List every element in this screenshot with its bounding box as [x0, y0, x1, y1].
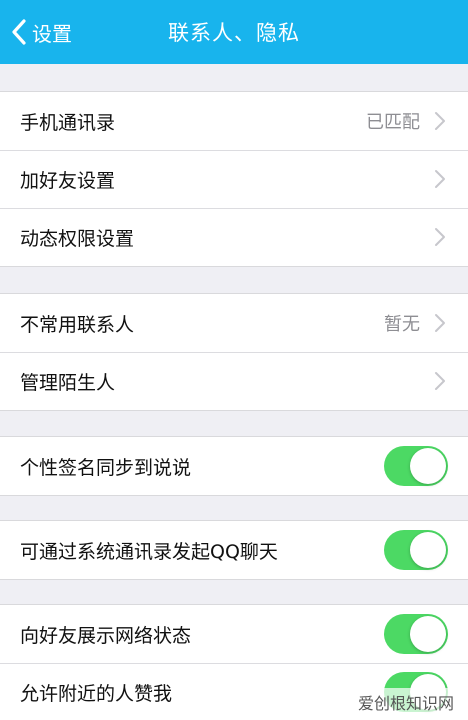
settings-group-contacts: 手机通讯录 已匹配 加好友设置 动态权限设置: [0, 91, 468, 267]
chevron-right-icon: [435, 228, 445, 246]
chevron-left-icon: [12, 19, 26, 45]
navigation-bar: 设置 联系人、隐私: [0, 0, 468, 64]
add-friend-settings-row[interactable]: 加好友设置: [0, 150, 468, 208]
settings-group-signature: 个性签名同步到说说: [0, 436, 468, 496]
row-value: 暂无: [384, 314, 420, 335]
system-contacts-chat-toggle[interactable]: [384, 530, 448, 570]
show-network-status-toggle[interactable]: [384, 614, 448, 654]
toggle-knob: [410, 616, 446, 652]
signature-sync-row: 个性签名同步到说说: [0, 437, 468, 495]
chevron-right-icon: [435, 372, 445, 390]
chevron-right-icon: [435, 314, 445, 332]
settings-group-contacts-management: 不常用联系人 暂无 管理陌生人: [0, 293, 468, 411]
row-label: 动态权限设置: [20, 227, 135, 250]
infrequent-contacts-row[interactable]: 不常用联系人 暂无: [0, 294, 468, 352]
signature-sync-toggle[interactable]: [384, 446, 448, 486]
manage-strangers-row[interactable]: 管理陌生人: [0, 352, 468, 410]
row-value: 已匹配: [366, 112, 420, 133]
row-label: 管理陌生人: [20, 371, 116, 394]
show-network-status-row: 向好友展示网络状态: [0, 605, 468, 663]
row-label: 可通过系统通讯录发起QQ聊天: [20, 540, 278, 563]
settings-group-system-contacts: 可通过系统通讯录发起QQ聊天: [0, 520, 468, 580]
row-label: 加好友设置: [20, 169, 116, 192]
feed-permission-settings-row[interactable]: 动态权限设置: [0, 208, 468, 266]
back-button[interactable]: 设置: [10, 14, 72, 50]
toggle-knob: [410, 532, 446, 568]
phone-contacts-row[interactable]: 手机通讯录 已匹配: [0, 92, 468, 150]
chevron-right-icon: [435, 112, 445, 130]
row-label: 个性签名同步到说说: [20, 456, 192, 479]
watermark: 爱创根知识网: [351, 688, 460, 716]
chevron-right-icon: [435, 170, 445, 188]
row-label: 手机通讯录: [20, 111, 116, 134]
toggle-knob: [410, 448, 446, 484]
row-label: 向好友展示网络状态: [20, 624, 192, 647]
row-label: 不常用联系人: [20, 313, 135, 336]
row-label: 允许附近的人赞我: [20, 682, 173, 705]
back-label: 设置: [32, 21, 72, 46]
system-contacts-chat-row: 可通过系统通讯录发起QQ聊天: [0, 521, 468, 579]
